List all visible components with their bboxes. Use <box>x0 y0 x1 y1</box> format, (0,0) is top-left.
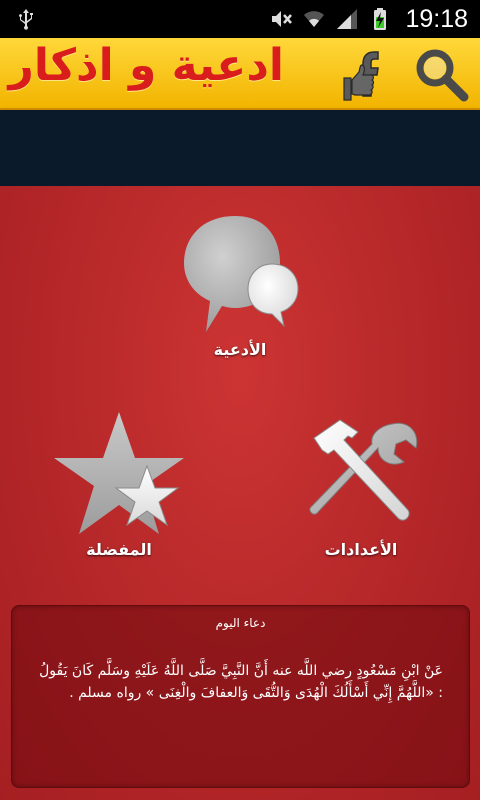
status-bar: 19:18 <box>0 0 480 38</box>
dua-of-day-card[interactable]: دعاء اليوم عَنْ ابْنِ مَسْعُودٍ رضي اللَ… <box>11 605 470 788</box>
battery-charging-icon <box>374 8 387 30</box>
wifi-icon <box>304 11 325 27</box>
tools-icon <box>309 419 418 521</box>
app-header: ادعية و اذكار <box>0 38 480 110</box>
chat-bubbles-icon <box>184 216 299 332</box>
settings-menu-item[interactable]: الأعدادات <box>286 410 436 559</box>
signal-icon <box>337 9 358 29</box>
duas-label: الأدعية <box>213 340 267 359</box>
facebook-like-icon <box>343 51 379 101</box>
favorites-label: المفضلة <box>86 540 152 559</box>
facebook-like-button[interactable] <box>340 43 402 105</box>
search-icon <box>416 49 469 102</box>
dua-of-day-title: دعاء اليوم <box>215 616 266 630</box>
banner-area <box>0 110 480 186</box>
app-title: ادعية و اذكار <box>8 40 284 91</box>
mute-icon <box>272 11 293 27</box>
stars-icon <box>54 412 184 534</box>
dua-of-day-text: عَنْ ابْنِ مَسْعُودٍ رضي اللَّه عنه أَنَ… <box>39 663 443 701</box>
usb-icon <box>19 9 33 30</box>
duas-menu-item[interactable]: الأدعية <box>160 208 320 359</box>
search-button[interactable] <box>410 43 472 105</box>
favorites-menu-item[interactable]: المفضلة <box>44 410 194 559</box>
settings-label: الأعدادات <box>324 540 398 559</box>
clock: 19:18 <box>405 4 468 33</box>
